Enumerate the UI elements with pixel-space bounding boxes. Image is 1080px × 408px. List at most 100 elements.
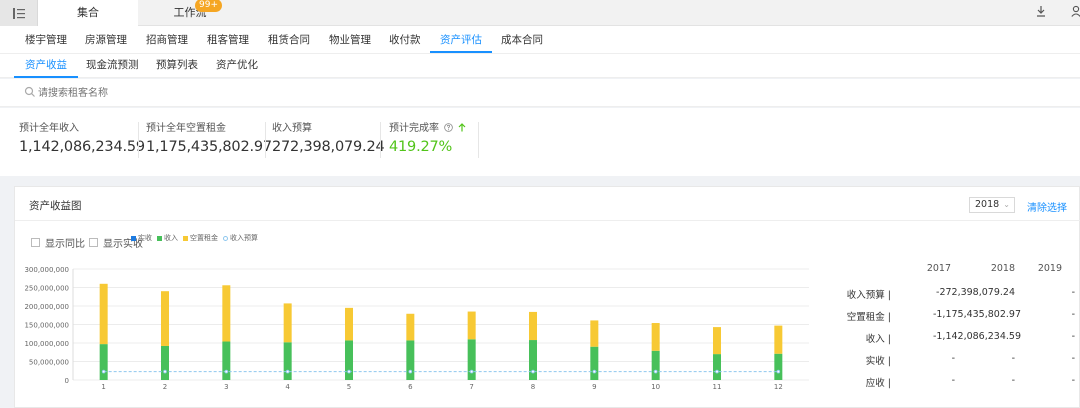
stat-annual-vacant-rent: 预计全年空置租金 1,175,435,802.97	[146, 122, 272, 162]
table-cell: -	[1071, 309, 1075, 320]
checkbox-box[interactable]	[89, 238, 98, 247]
table-row-label: 应收 |	[865, 378, 891, 389]
bar-vacant-rent	[283, 303, 292, 343]
stat-value: 272,398,079.24	[272, 139, 385, 155]
divider	[138, 122, 139, 158]
download-icon[interactable]	[1036, 0, 1046, 26]
bar-vacant-rent	[161, 291, 169, 346]
tab-collection[interactable]: 集合	[38, 0, 138, 26]
stat-completion-rate: 预计完成率 419.27%	[389, 122, 479, 162]
table-cell: -	[951, 353, 955, 364]
x-tick-label: 6	[408, 383, 413, 389]
table-cell: -	[1011, 375, 1015, 386]
tab-asset-optimization[interactable]: 资产优化	[216, 54, 258, 78]
stats-summary: 预计全年收入 1,142,086,234.59 预计全年空置租金 1,175,4…	[0, 108, 1080, 176]
budget-point	[224, 369, 229, 374]
x-tick-label: 5	[347, 383, 351, 389]
legend-label: 空置租金	[190, 234, 218, 242]
nav-property-management[interactable]: 物业管理	[329, 26, 371, 54]
bar-income	[222, 341, 231, 380]
stat-value: 419.27%	[389, 139, 453, 155]
nav-asset-evaluation[interactable]: 资产评估	[430, 26, 492, 53]
table-row-label: 实收 |	[865, 356, 891, 367]
nav-cost-contracts[interactable]: 成本合同	[501, 26, 543, 54]
budget-point	[163, 369, 167, 374]
divider	[380, 122, 381, 158]
budget-point	[653, 369, 658, 374]
question-circle-icon[interactable]	[444, 123, 453, 132]
y-tick-label: 200,000,000	[24, 303, 69, 311]
stat-label: 预计全年收入	[19, 123, 79, 134]
tab-budget-list[interactable]: 预算列表	[156, 54, 198, 78]
x-tick-label: 7	[469, 383, 473, 389]
bar-income	[529, 340, 537, 380]
year-select[interactable]: 2018 ⌄	[969, 197, 1015, 213]
x-tick-label: 10	[651, 383, 660, 389]
nav-housing-management[interactable]: 房源管理	[85, 26, 127, 54]
tab-asset-income[interactable]: 资产收益	[14, 54, 78, 78]
x-tick-label: 2	[163, 383, 167, 389]
nav-tenant-management[interactable]: 租客管理	[207, 26, 249, 54]
tab-cashflow-forecast[interactable]: 现金流预测	[86, 54, 139, 78]
nav-building-management[interactable]: 楼宇管理	[25, 26, 67, 54]
legend-item-actual[interactable]: 实收	[131, 233, 152, 243]
search-icon	[24, 86, 35, 97]
divider	[478, 122, 479, 158]
checkbox-label: 显示同比	[45, 239, 85, 250]
user-icon[interactable]	[1071, 0, 1080, 26]
legend-swatch	[131, 235, 136, 241]
bar-income	[467, 339, 476, 380]
table-cell: -	[1071, 375, 1075, 386]
bar-income	[713, 354, 721, 380]
chart-legend: 实收 收入 空置租金 收入预算	[131, 233, 263, 243]
budget-point	[531, 369, 535, 374]
clear-selection-link[interactable]: 清除选择	[1027, 199, 1067, 214]
budget-point	[285, 369, 290, 374]
show-yoy-checkbox[interactable]: 显示同比	[31, 235, 85, 250]
x-tick-label: 8	[531, 383, 535, 389]
x-tick-label: 3	[224, 383, 228, 389]
checkbox-box[interactable]	[31, 238, 40, 247]
top-bar: 集合 工作流 99+	[0, 0, 1080, 26]
legend-item-vacant[interactable]: 空置租金	[183, 233, 218, 243]
bar-income	[774, 353, 783, 380]
legend-label: 实收	[138, 234, 152, 242]
legend-item-budget[interactable]: 收入预算	[223, 233, 258, 243]
list-icon	[12, 7, 25, 19]
stat-label: 收入预算	[272, 123, 312, 134]
notification-badge: 99+	[195, 0, 222, 12]
x-tick-label: 11	[713, 383, 722, 389]
budget-point	[469, 369, 474, 374]
bar-vacant-rent	[406, 313, 415, 341]
legend-item-income[interactable]: 收入	[157, 233, 178, 243]
search-input[interactable]	[38, 84, 338, 102]
y-tick-label: 250,000,000	[24, 285, 69, 293]
nav-payments[interactable]: 收付款	[389, 26, 421, 54]
y-tick-label: 150,000,000	[24, 322, 69, 330]
bar-vacant-rent	[713, 327, 721, 355]
nav-lease-contracts[interactable]: 租赁合同	[268, 26, 310, 54]
x-tick-label: 4	[285, 383, 290, 389]
legend-label: 收入预算	[230, 234, 258, 242]
budget-point	[347, 369, 351, 374]
menu-toggle-button[interactable]	[0, 0, 38, 26]
stat-value: 1,142,086,234.59	[19, 139, 145, 155]
table-row-label: 收入预算 |	[846, 290, 891, 301]
bar-income	[283, 342, 292, 380]
table-cell: -272,398,079.24	[936, 287, 1015, 298]
nav-leasing-management[interactable]: 招商管理	[146, 26, 188, 54]
bar-vacant-rent	[590, 320, 599, 347]
panel-header: 资产收益图 2018 ⌄ 清除选择	[15, 187, 1080, 221]
bar-vacant-rent	[774, 325, 783, 354]
stat-label: 预计全年空置租金	[146, 123, 226, 134]
budget-point	[776, 369, 781, 374]
table-cell: -	[1071, 331, 1075, 342]
stat-label: 预计完成率	[389, 122, 479, 136]
y-tick-label: 50,000,000	[29, 359, 69, 367]
search-bar	[0, 79, 1080, 107]
table-header-year: 2018	[990, 263, 1015, 274]
x-tick-label: 12	[774, 383, 783, 389]
asset-income-chart: 300,000,000250,000,000200,000,000150,000…	[24, 266, 809, 389]
y-tick-label: 100,000,000	[24, 340, 69, 348]
bar-income	[590, 346, 599, 380]
